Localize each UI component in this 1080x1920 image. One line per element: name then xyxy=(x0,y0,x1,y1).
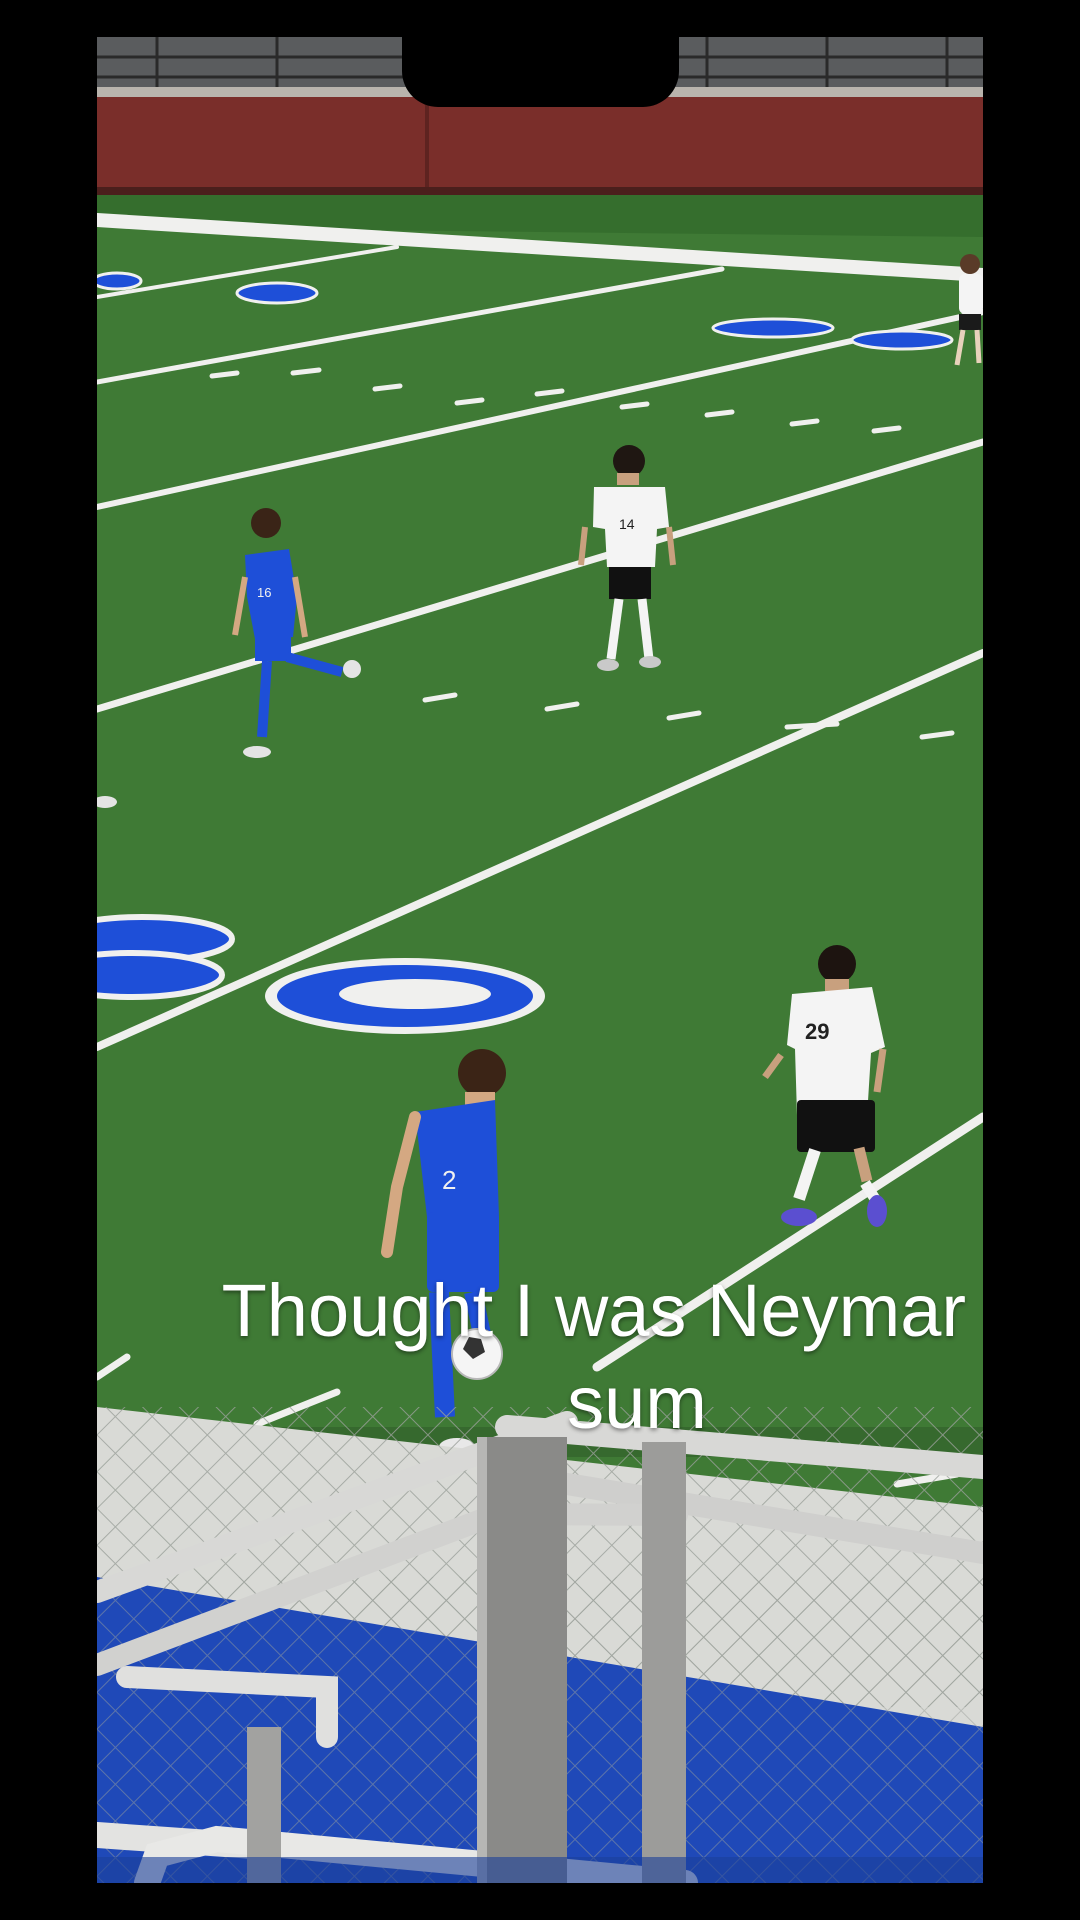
dynamic-island xyxy=(402,37,679,107)
railing-post-right xyxy=(642,1442,686,1883)
video-frame[interactable]: 14 16 29 2 Thought I was Neymar or sum xyxy=(97,37,983,1883)
brick-wall xyxy=(97,97,983,192)
soccer-video-scene: 14 16 29 2 xyxy=(97,37,983,1883)
svg-text:2: 2 xyxy=(442,1165,456,1195)
svg-text:16: 16 xyxy=(257,585,271,600)
video-caption: Thought I was Neymar or sum xyxy=(221,1269,983,1444)
railing-post-left xyxy=(477,1437,567,1883)
phone-screen: 14 16 29 2 Thought I was Neymar or sum xyxy=(0,0,1080,1920)
svg-text:14: 14 xyxy=(619,516,635,532)
svg-text:29: 29 xyxy=(805,1019,829,1044)
turf xyxy=(97,195,983,1445)
